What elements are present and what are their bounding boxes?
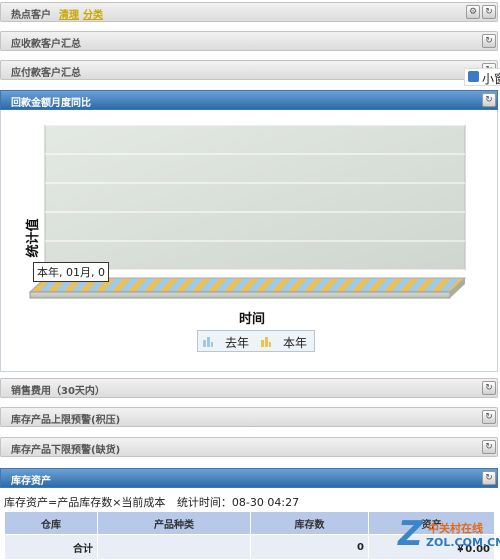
- refresh-icon[interactable]: ↻: [482, 410, 496, 424]
- upper-warning-panel-header[interactable]: 库存产品上限预警(积压) ↻: [0, 407, 498, 427]
- lower-warning-title: 库存产品下限预警(缺货): [11, 445, 121, 456]
- receivable-title: 应收款客户汇总: [11, 39, 81, 50]
- payable-panel-header[interactable]: 应付款客户汇总 ↻: [0, 60, 498, 80]
- refresh-icon[interactable]: ↻: [482, 440, 496, 454]
- watermark: Z 中关村在线 ZOL.COM.CN: [398, 514, 500, 558]
- total-qty: 0: [250, 534, 369, 560]
- refresh-icon[interactable]: ↻: [482, 381, 496, 395]
- col-stock-qty[interactable]: 库存数: [250, 511, 369, 535]
- chart-panel-header[interactable]: 回款金额月度同比 ↻: [0, 90, 498, 110]
- chart-floor-front: [29, 291, 451, 299]
- watermark-logo: Z: [398, 514, 423, 554]
- watermark-line1: 中关村在线: [428, 522, 483, 535]
- categorize-link[interactable]: 分类: [83, 6, 103, 21]
- inventory-info-line: 库存资产=产品库存数×当前成本 统计时间：08-30 04:27: [4, 494, 299, 510]
- chart-panel-title: 回款金额月度同比: [11, 98, 91, 109]
- refresh-icon[interactable]: ↻: [482, 34, 496, 48]
- legend-this-year-label: 本年: [283, 336, 308, 350]
- upper-warning-title: 库存产品上限预警(积压): [11, 415, 121, 426]
- hot-clients-title: 热点客户: [11, 10, 51, 21]
- clean-link[interactable]: 清理: [59, 6, 79, 21]
- chart-back-wall: [44, 124, 466, 271]
- refresh-icon[interactable]: ↻: [482, 471, 496, 485]
- inventory-stat-time: 统计时间：08-30 04:27: [176, 496, 300, 509]
- x-axis-label: 时间: [239, 311, 265, 327]
- legend-this-year-icon: [260, 335, 272, 347]
- col-warehouse[interactable]: 仓库: [4, 511, 98, 535]
- refresh-icon[interactable]: ↻: [482, 5, 496, 19]
- watermark-line2: ZOL.COM.CN: [426, 536, 500, 549]
- window-icon: [468, 71, 479, 82]
- total-kind: [97, 534, 251, 560]
- gear-icon[interactable]: ⚙: [466, 5, 480, 19]
- lower-warning-panel-header[interactable]: 库存产品下限预警(缺货) ↻: [0, 437, 498, 457]
- mini-window-tab[interactable]: 小窗: [464, 68, 500, 86]
- sales-expense-panel-header[interactable]: 销售费用（30天内） ↻: [0, 378, 498, 398]
- total-label: 合计: [4, 534, 98, 560]
- payable-title: 应付款客户汇总: [11, 68, 81, 79]
- col-product-kind[interactable]: 产品种类: [97, 511, 251, 535]
- inventory-title: 库存资产: [11, 476, 51, 487]
- legend-last-year-icon: [202, 335, 214, 347]
- refresh-icon[interactable]: ↻: [482, 93, 496, 107]
- inventory-formula: 库存资产=产品库存数×当前成本: [4, 496, 166, 509]
- mini-window-label: 小窗: [482, 72, 500, 86]
- inventory-panel-header[interactable]: 库存资产 ↻: [0, 468, 498, 488]
- chart-legend: 去年 本年: [197, 330, 315, 352]
- chart-tooltip: 本年, 01月, 0: [33, 262, 109, 282]
- receivable-panel-header[interactable]: 应收款客户汇总 ↻: [0, 31, 498, 51]
- y-axis-label: 统计值: [25, 218, 41, 257]
- hot-clients-panel-header[interactable]: 热点客户 清理 分类 ⚙ ↻: [0, 2, 498, 22]
- sales-expense-title: 销售费用（30天内）: [11, 386, 105, 397]
- legend-last-year-label: 去年: [225, 336, 250, 350]
